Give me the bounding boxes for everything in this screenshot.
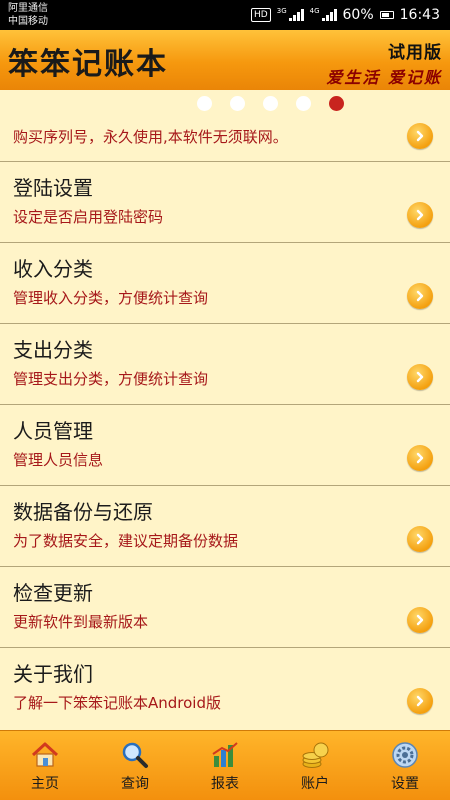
carousel-indicator — [0, 90, 450, 116]
menu-item-subtitle: 更新软件到最新版本 — [13, 613, 149, 631]
menu-item-subtitle: 管理支出分类，方便统计查询 — [13, 370, 209, 388]
chevron-right-icon — [407, 688, 433, 714]
menu-item-purchase[interactable]: 购买序列号，永久使用,本软件无须联网。 — [0, 116, 450, 162]
app-slogan: 爱生活 爱记账 — [326, 68, 442, 87]
chevron-right-icon — [407, 445, 433, 471]
carousel-dot-active[interactable] — [328, 95, 344, 111]
coins-icon — [299, 739, 331, 771]
clock: 16:43 — [399, 7, 440, 23]
menu-item-title: 人员管理 — [13, 419, 93, 443]
home-icon — [29, 739, 61, 771]
menu-item-check-update[interactable]: 检查更新 更新软件到最新版本 — [0, 567, 450, 648]
carousel-dot[interactable] — [295, 95, 311, 111]
tab-label: 账户 — [301, 776, 329, 792]
tab-accounts[interactable]: 账户 — [270, 731, 360, 800]
menu-item-subtitle: 购买序列号，永久使用,本软件无须联网。 — [13, 128, 288, 146]
status-bar: 阿里通信 中国移动 HD 3G 4G 60% 16:43 — [0, 0, 450, 30]
chevron-right-icon — [407, 202, 433, 228]
menu-item-login-settings[interactable]: 登陆设置 设定是否启用登陆密码 — [0, 162, 450, 243]
carousel-dot[interactable] — [196, 95, 212, 111]
app-header: 笨笨记账本 试用版 爱生活 爱记账 — [0, 30, 450, 90]
menu-item-title: 关于我们 — [13, 662, 93, 686]
tab-label: 设置 — [391, 776, 419, 792]
tab-reports[interactable]: 报表 — [180, 731, 270, 800]
carousel-dot[interactable] — [262, 95, 278, 111]
settings-icon — [389, 739, 421, 771]
tab-label: 主页 — [31, 776, 59, 792]
menu-item-income-categories[interactable]: 收入分类 管理收入分类，方便统计查询 — [0, 243, 450, 324]
app-title: 笨笨记账本 — [8, 47, 168, 82]
chevron-right-icon — [407, 526, 433, 552]
tab-label: 查询 — [121, 776, 149, 792]
status-indicators: HD 3G 4G 60% 16:43 — [251, 0, 440, 30]
chart-icon — [209, 739, 241, 771]
menu-item-personnel[interactable]: 人员管理 管理人员信息 — [0, 405, 450, 486]
menu-item-title: 收入分类 — [13, 257, 93, 281]
menu-item-title: 数据备份与还原 — [13, 500, 153, 524]
network-type-1: 3G — [276, 7, 287, 15]
menu-item-subtitle: 了解一下笨笨记账本Android版 — [13, 694, 221, 712]
carrier-info: 阿里通信 中国移动 — [8, 2, 48, 28]
tab-home[interactable]: 主页 — [0, 731, 90, 800]
carrier-1: 阿里通信 — [8, 3, 48, 14]
signal-icon — [321, 9, 337, 21]
search-icon — [119, 739, 151, 771]
signal-icon — [288, 9, 304, 21]
hd-badge: HD — [251, 8, 271, 22]
tab-settings[interactable]: 设置 — [360, 731, 450, 800]
menu-item-subtitle: 管理人员信息 — [13, 451, 104, 469]
network-type-2: 4G — [309, 7, 320, 15]
menu-item-title: 登陆设置 — [13, 176, 93, 200]
carousel-dot[interactable] — [229, 95, 245, 111]
menu-item-title: 支出分类 — [13, 338, 93, 362]
chevron-right-icon — [407, 607, 433, 633]
menu-item-subtitle: 设定是否启用登陆密码 — [13, 208, 164, 226]
chevron-right-icon — [407, 123, 433, 149]
chevron-right-icon — [407, 364, 433, 390]
settings-list: 购买序列号，永久使用,本软件无须联网。 登陆设置 设定是否启用登陆密码 收入分类… — [0, 116, 450, 729]
menu-item-subtitle: 为了数据安全，建议定期备份数据 — [13, 532, 239, 550]
tab-label: 报表 — [211, 776, 239, 792]
menu-item-backup-restore[interactable]: 数据备份与还原 为了数据安全，建议定期备份数据 — [0, 486, 450, 567]
menu-item-expense-categories[interactable]: 支出分类 管理支出分类，方便统计查询 — [0, 324, 450, 405]
menu-item-subtitle: 管理收入分类，方便统计查询 — [13, 289, 209, 307]
carrier-2: 中国移动 — [8, 16, 48, 27]
menu-item-about[interactable]: 关于我们 了解一下笨笨记账本Android版 — [0, 648, 450, 729]
battery-icon — [379, 11, 394, 19]
menu-item-title: 检查更新 — [13, 581, 93, 605]
trial-label: 试用版 — [388, 43, 442, 63]
bottom-tab-bar: 主页 查询 报表 账户 设置 — [0, 730, 450, 800]
battery-percent: 60% — [342, 7, 374, 23]
tab-search[interactable]: 查询 — [90, 731, 180, 800]
chevron-right-icon — [407, 283, 433, 309]
